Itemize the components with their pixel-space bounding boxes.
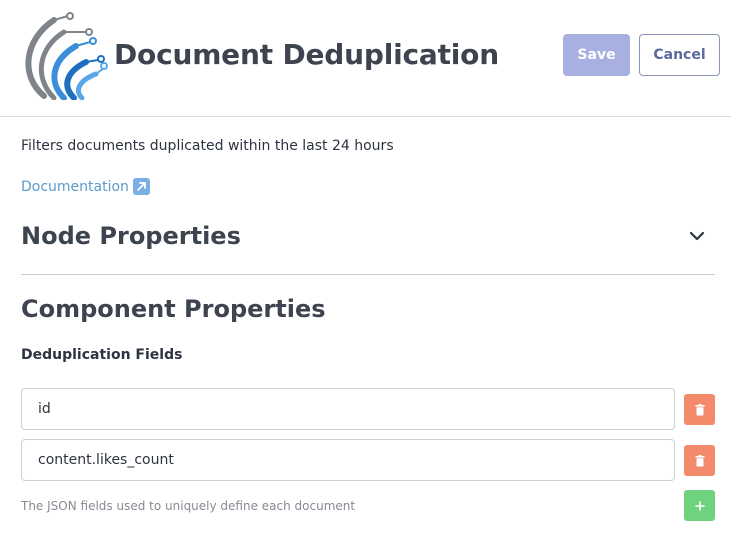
dedup-fields-help: The JSON fields used to uniquely define … — [21, 499, 356, 513]
trash-icon — [695, 403, 704, 415]
external-link-icon — [132, 178, 150, 195]
delete-field-button[interactable] — [684, 394, 715, 425]
dedup-field-input[interactable] — [21, 439, 675, 481]
cancel-button[interactable]: Cancel — [639, 34, 720, 76]
add-field-button[interactable] — [684, 490, 715, 521]
trash-icon — [695, 454, 704, 466]
header-bar: Document Deduplication Save Cancel — [0, 0, 731, 117]
app-logo — [25, 12, 108, 100]
node-properties-title: Node Properties — [21, 222, 241, 250]
dedup-field-input[interactable] — [21, 388, 675, 430]
page-title: Document Deduplication — [114, 38, 499, 71]
chevron-down-icon[interactable] — [687, 228, 707, 244]
plus-icon — [694, 500, 705, 511]
component-properties-title: Component Properties — [21, 295, 326, 323]
dedup-fields-label: Deduplication Fields — [21, 347, 183, 363]
save-button[interactable]: Save — [563, 34, 630, 76]
delete-field-button[interactable] — [684, 445, 715, 476]
documentation-link-label: Documentation — [21, 178, 129, 195]
component-description: Filters documents duplicated within the … — [21, 138, 394, 154]
documentation-link[interactable]: Documentation — [21, 178, 150, 195]
section-divider — [21, 274, 715, 275]
